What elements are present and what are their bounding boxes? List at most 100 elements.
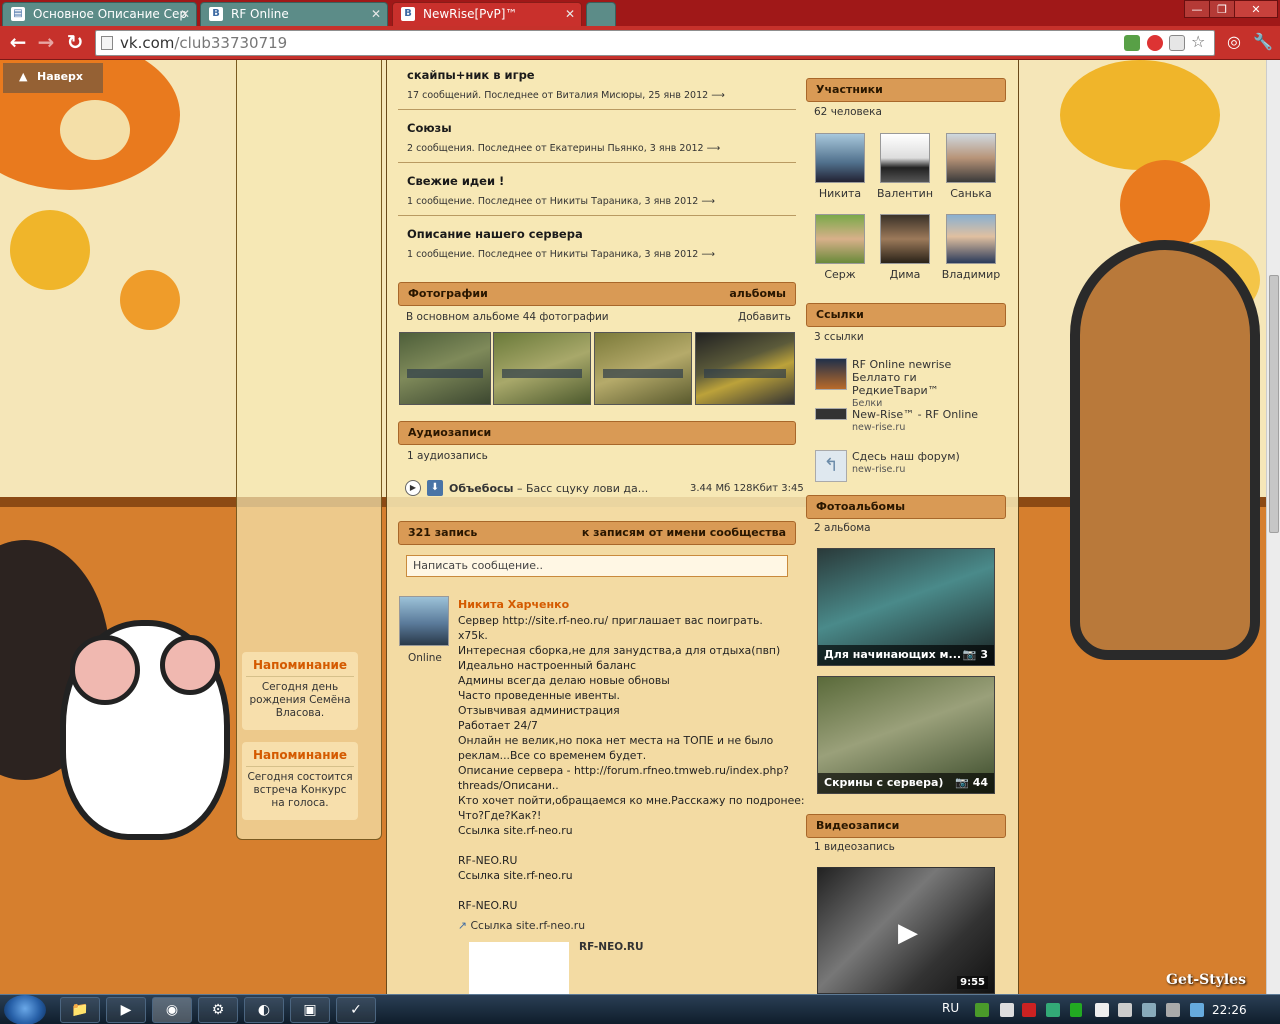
member-sanka[interactable]: Санька xyxy=(941,133,1001,200)
forward-arrow-icon[interactable]: → xyxy=(34,31,58,55)
add-photo-link[interactable]: Добавить xyxy=(738,311,791,323)
tab-newrise[interactable]: B NewRise[PvP]™ ✕ xyxy=(392,2,582,26)
acrobat-icon[interactable] xyxy=(1022,1003,1036,1017)
close-icon[interactable]: ✕ xyxy=(565,3,575,25)
explorer-icon[interactable]: 📁 xyxy=(60,997,100,1023)
photo-thumb[interactable] xyxy=(399,332,491,405)
network-icon[interactable] xyxy=(1118,1003,1132,1017)
vk-app-icon[interactable]: ✓ xyxy=(336,997,376,1023)
photo-thumb[interactable] xyxy=(594,332,692,405)
member-dima[interactable]: Дима xyxy=(875,214,935,281)
tab-label: RF Online xyxy=(231,7,289,21)
wall-compose-input[interactable]: Написать сообщение.. xyxy=(406,555,788,577)
albums-link[interactable]: альбомы xyxy=(729,283,786,305)
link-item[interactable]: ↰ Сдесь наш форум) new-rise.ru xyxy=(815,450,1001,482)
link-title[interactable]: Сдесь наш форум) xyxy=(852,450,960,463)
topic-title[interactable]: скайпы+ник в игре xyxy=(398,68,796,82)
member-nikita[interactable]: Никита xyxy=(810,133,870,200)
album-screens[interactable]: Скрины с сервера) 📷 44 xyxy=(817,676,995,794)
video-thumb[interactable]: ▶ 9:55 xyxy=(817,867,995,994)
speaker-icon[interactable] xyxy=(1166,1003,1180,1017)
steam-icon[interactable]: ⚙ xyxy=(198,997,238,1023)
taskbar: 📁 ▶ ◉ ⚙ ◐ ▣ ✓ RU 22:26 xyxy=(0,994,1280,1024)
adblock-icon[interactable] xyxy=(1147,35,1163,51)
tab-osnovnoe[interactable]: ▤ Основное Описание Сер ✕ xyxy=(2,2,197,26)
address-bar[interactable]: vk.com/club33730719 ☆ xyxy=(95,30,1215,56)
members-header[interactable]: Участники xyxy=(806,78,1006,102)
reminder-birthday[interactable]: Напоминание Сегодня день рождения Семёна… xyxy=(242,652,358,730)
photos-header[interactable]: Фотографии альбомы xyxy=(398,282,796,306)
monitor-icon[interactable]: ▣ xyxy=(290,997,330,1023)
member-serzh[interactable]: Серж xyxy=(810,214,870,281)
topic-title[interactable]: Союзы xyxy=(398,121,796,135)
audio-header[interactable]: Аудиозаписи xyxy=(398,421,796,445)
windows-start-icon[interactable] xyxy=(4,995,46,1024)
online-status: Online xyxy=(408,652,442,664)
topic-title[interactable]: Свежие идеи ! xyxy=(398,174,796,188)
chrome-icon[interactable]: ◉ xyxy=(152,997,192,1023)
tray-icon[interactable] xyxy=(1190,1003,1204,1017)
link-item[interactable]: New-Rise™ - RF Online new-rise.ru xyxy=(815,408,1001,438)
photo-thumb[interactable] xyxy=(695,332,795,405)
audio-track[interactable]: Объебосы – Басс сцуку лови да... xyxy=(449,482,648,495)
window-close-icon[interactable]: ✕ xyxy=(1234,0,1278,18)
close-icon[interactable]: ✕ xyxy=(371,3,381,25)
wall-community-link[interactable]: к записям от имени сообщества xyxy=(582,522,786,544)
topic-unions[interactable]: Союзы 2 сообщения. Последнее от Екатерин… xyxy=(398,121,796,163)
star-icon[interactable]: ☆ xyxy=(1191,34,1207,51)
tray-icon[interactable] xyxy=(1142,1003,1156,1017)
topic-skype[interactable]: скайпы+ник в игре 17 сообщений. Последне… xyxy=(398,68,796,110)
topic-server-description[interactable]: Описание нашего сервера 1 сообщение. Пос… xyxy=(398,227,796,269)
attachment-image[interactable] xyxy=(469,942,569,994)
play-icon[interactable]: ▶ xyxy=(893,918,923,948)
avatar[interactable] xyxy=(399,596,449,646)
camera-icon: 📷 xyxy=(962,648,977,661)
videos-count: 1 видеозапись xyxy=(814,841,895,853)
link-item[interactable]: RF Online newrise Беллато ги РедкиеТвари… xyxy=(815,358,1001,409)
reload-icon[interactable]: ↻ xyxy=(63,31,87,55)
topic-title[interactable]: Описание нашего сервера xyxy=(398,227,796,241)
photo-thumb[interactable] xyxy=(493,332,591,405)
link-title[interactable]: New-Rise™ - RF Online xyxy=(852,408,978,421)
post-attachment-link[interactable]: ↗ Ссылка site.rf-neo.ru xyxy=(458,919,585,932)
nvidia-icon[interactable] xyxy=(975,1003,989,1017)
scrollbar-thumb[interactable] xyxy=(1269,275,1279,533)
new-tab-button[interactable] xyxy=(586,2,616,26)
member-valentin[interactable]: Валентин xyxy=(875,133,935,200)
member-vladimir[interactable]: Владимир xyxy=(941,214,1001,281)
maximize-icon[interactable]: ❐ xyxy=(1209,0,1235,18)
back-arrow-icon[interactable]: ← xyxy=(6,31,30,55)
post-author-link[interactable]: Никита Харченко xyxy=(458,598,569,611)
tray-icon[interactable] xyxy=(1046,1003,1060,1017)
reminder-event[interactable]: Напоминание Сегодня состоится встреча Ко… xyxy=(242,742,358,820)
wall-header[interactable]: 321 запись к записям от имени сообщества xyxy=(398,521,796,545)
clock[interactable]: 22:26 xyxy=(1212,1003,1247,1017)
extension-icon[interactable] xyxy=(1124,35,1140,51)
flag-icon[interactable] xyxy=(1095,1003,1109,1017)
albums-header[interactable]: Фотоальбомы xyxy=(806,495,1006,519)
language-indicator[interactable]: RU xyxy=(942,1001,959,1015)
download-icon[interactable]: ⬇ xyxy=(427,480,443,496)
tray-icon[interactable] xyxy=(1000,1003,1014,1017)
play-icon[interactable]: ▶ xyxy=(405,480,421,496)
links-header[interactable]: Ссылки xyxy=(806,303,1006,327)
album-beginners[interactable]: Для начинающих м... 📷 3 xyxy=(817,548,995,666)
extension-circle-icon[interactable]: ◎ xyxy=(1222,31,1246,55)
tab-rf-online[interactable]: B RF Online ✕ xyxy=(200,2,388,26)
link-title[interactable]: RF Online newrise Беллато ги РедкиеТвари… xyxy=(852,358,1001,397)
minimize-icon[interactable]: — xyxy=(1184,0,1210,18)
attachment-title[interactable]: RF-NEO.RU xyxy=(579,941,644,953)
media-player-icon[interactable]: ▶ xyxy=(106,997,146,1023)
post-line: Ссылка site.rf-neo.ru xyxy=(458,824,573,837)
topic-ideas[interactable]: Свежие идеи ! 1 сообщение. Последнее от … xyxy=(398,174,796,216)
tray-icon[interactable] xyxy=(1070,1003,1082,1017)
page-action-icon[interactable] xyxy=(1169,35,1185,51)
app-icon[interactable]: ◐ xyxy=(244,997,284,1023)
link-arrow-icon: ↗ xyxy=(458,919,468,932)
wrench-icon[interactable]: 🔧 xyxy=(1251,31,1275,55)
close-icon[interactable]: ✕ xyxy=(180,3,190,25)
members-count: 62 человека xyxy=(814,106,882,118)
videos-header[interactable]: Видеозаписи xyxy=(806,814,1006,838)
vertical-scrollbar[interactable] xyxy=(1266,60,1280,994)
back-to-top-link[interactable]: ▲ Наверх xyxy=(3,63,103,93)
